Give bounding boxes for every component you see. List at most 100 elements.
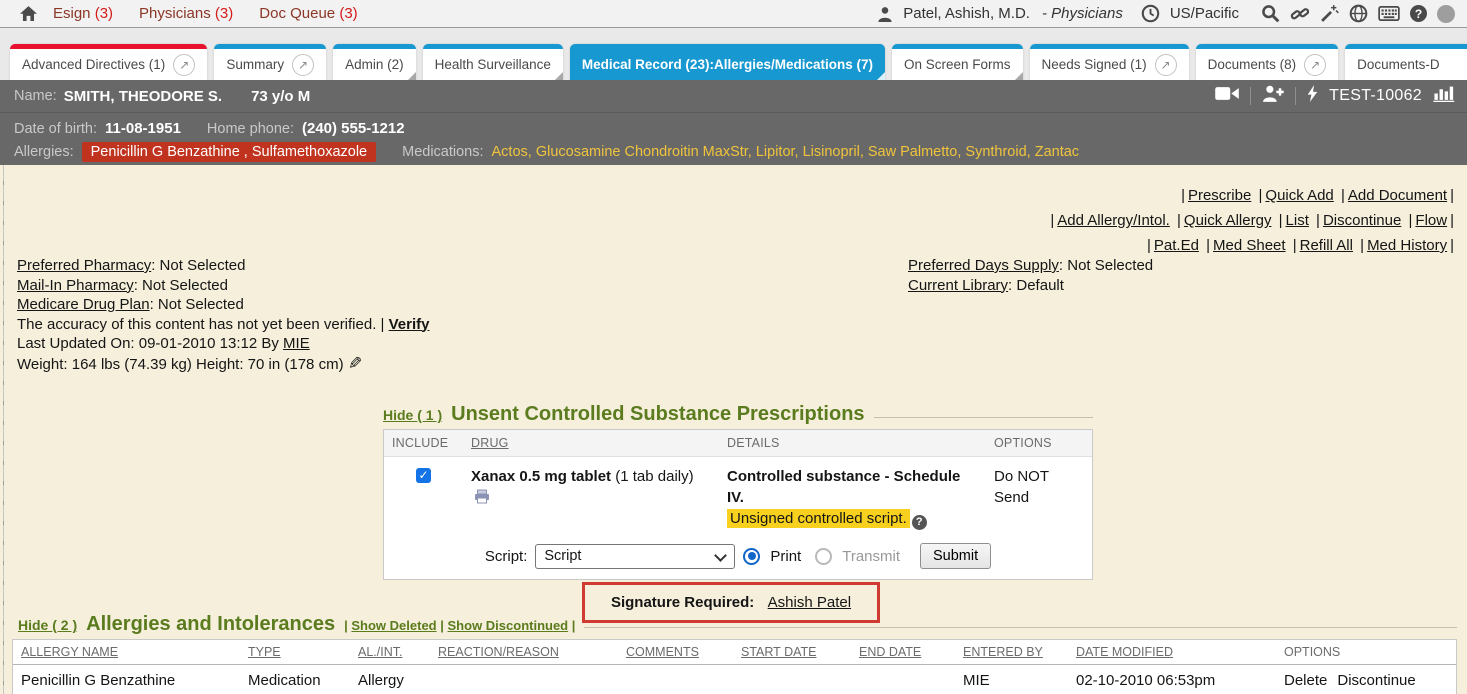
submit-button[interactable]: Submit [920,543,991,569]
entered-by-cell: MIE [955,665,1068,694]
supply-info: Preferred Days Supply: Not Selected Curr… [908,256,1153,295]
tab-documents[interactable]: Documents (8) [1196,44,1339,80]
options-cell: Do NOT Send [986,457,1092,539]
allergy-alert-badge[interactable]: Penicillin G Benzathine , Sulfamethoxazo… [82,142,376,162]
col-reaction[interactable]: REACTION/REASON [430,640,618,664]
allergies-label: Allergies: [14,144,74,160]
nav-esign[interactable]: Esign (3) [53,5,113,22]
add-person-icon[interactable] [1262,85,1284,107]
col-al-int[interactable]: AL./INT. [350,640,430,664]
lightning-bolt-icon[interactable] [1307,85,1318,107]
tab-on-screen-forms[interactable]: On Screen Forms [892,44,1023,80]
patient-allergy-med-row: Allergies: Penicillin G Benzathine , Sul… [0,137,1467,162]
med-sheet-link[interactable]: Med Sheet [1213,237,1286,254]
med-history-link[interactable]: Med History [1367,237,1447,254]
hide-allergies-link[interactable]: Hide ( 2 ) [18,617,77,633]
allergies-section-title: Allergies and Intolerances [86,613,335,636]
details-cell: Controlled substance - Schedule IV. Unsi… [719,457,986,539]
print-preview-icon[interactable] [474,489,490,504]
nav-doc-queue[interactable]: Doc Queue (3) [259,5,357,22]
mailin-pharmacy-link[interactable]: Mail-In Pharmacy [17,277,134,294]
discontinue-link[interactable]: Discontinue [1323,212,1401,229]
patient-age-sex: 73 y/o M [251,88,310,105]
phone-value: (240) 555-1212 [302,120,405,137]
open-in-new-icon[interactable] [292,54,314,76]
dob-label: Date of birth: [14,121,97,137]
col-drug[interactable]: DRUG [463,430,719,456]
col-end-date[interactable]: END DATE [851,640,955,664]
refill-all-link[interactable]: Refill All [1300,237,1353,254]
add-allergy-link[interactable]: Add Allergy/Intol. [1057,212,1170,229]
tab-admin[interactable]: Admin (2) [333,44,416,80]
last-updated-by-link[interactable]: MIE [283,335,310,352]
drug-name: Xanax 0.5 mg tablet [471,468,611,485]
transmit-radio[interactable] [815,548,832,565]
col-allergy-name[interactable]: ALLERGY NAME [13,640,240,664]
nav-physicians[interactable]: Physicians (3) [139,5,233,22]
bar-chart-icon[interactable] [1433,85,1455,107]
tab-documents-d[interactable]: Documents-D [1345,44,1467,80]
include-checkbox[interactable] [416,468,431,483]
preferred-pharmacy-link[interactable]: Preferred Pharmacy [17,257,151,274]
show-deleted-link[interactable]: Show Deleted [351,618,436,633]
allergies-table: ALLERGY NAME TYPE AL./INT. REACTION/REAS… [12,639,1457,694]
globe-icon[interactable] [1349,4,1368,23]
list-link[interactable]: List [1286,212,1309,229]
signature-physician-link[interactable]: Ashish Patel [768,594,851,611]
tab-needs-signed[interactable]: Needs Signed (1) [1030,44,1189,80]
discontinue-allergy-link[interactable]: Discontinue [1337,672,1415,689]
keyboard-icon[interactable] [1378,6,1400,21]
current-library-link[interactable]: Current Library [908,277,1008,294]
help-icon[interactable] [1410,5,1427,22]
action-links-row-2: Add Allergy/Intol. Quick Allergy List Di… [1047,208,1457,233]
delete-allergy-link[interactable]: Delete [1284,672,1327,689]
open-in-new-icon[interactable] [173,54,195,76]
tab-advanced-directives[interactable]: Advanced Directives (1) [10,44,207,80]
link-icon[interactable] [1290,5,1310,23]
video-camera-icon[interactable] [1215,86,1239,106]
help-question-icon[interactable] [912,515,927,530]
avatar[interactable] [1437,5,1455,23]
col-comments[interactable]: COMMENTS [618,640,733,664]
open-in-new-icon[interactable] [1304,54,1326,76]
script-type-select[interactable]: Script [535,544,735,569]
quick-allergy-link[interactable]: Quick Allergy [1184,212,1272,229]
open-in-new-icon[interactable] [1155,54,1177,76]
quick-add-link[interactable]: Quick Add [1265,187,1333,204]
top-bar: Esign (3) Physicians (3) Doc Queue (3) P… [0,0,1467,28]
action-links: Prescribe Quick Add Add Document Add All… [1047,183,1457,258]
medicare-drug-plan-link[interactable]: Medicare Drug Plan [17,296,150,313]
webchart-ehr-app: Esign (3) Physicians (3) Doc Queue (3) P… [0,0,1467,694]
timezone[interactable]: US/Pacific [1170,5,1239,22]
col-start-date[interactable]: START DATE [733,640,851,664]
hide-unsent-link[interactable]: Hide ( 1 ) [383,407,442,423]
tab-medical-record-active[interactable]: Medical Record (23):Allergies/Medication… [570,44,885,80]
edit-pencil-icon[interactable] [348,354,362,373]
print-radio[interactable] [743,548,760,565]
signature-required-label: Signature Required: [611,594,754,611]
prescribe-link[interactable]: Prescribe [1188,187,1251,204]
vitals-text: Weight: 164 lbs (74.39 kg) Height: 70 in… [17,356,344,373]
user-name[interactable]: Patel, Ashish, M.D. [903,5,1030,22]
patient-name: SMITH, THEODORE S. [64,88,222,105]
preferred-days-supply-link[interactable]: Preferred Days Supply [908,257,1059,274]
tab-summary[interactable]: Summary [214,44,326,80]
tab-health-surveillance[interactable]: Health Surveillance [423,44,563,80]
home-icon[interactable] [20,6,37,21]
col-entered-by[interactable]: ENTERED BY [955,640,1068,664]
show-discontinued-link[interactable]: Show Discontinued [448,618,569,633]
clock-icon [1141,4,1160,23]
add-document-link[interactable]: Add Document [1348,187,1447,204]
pat-ed-link[interactable]: Pat.Ed [1154,237,1199,254]
schedule-text: Controlled substance - Schedule IV. [727,468,960,506]
verify-link[interactable]: Verify [389,316,430,333]
col-date-modified[interactable]: DATE MODIFIED [1068,640,1276,664]
search-icon[interactable] [1261,4,1280,23]
medication-list[interactable]: Actos, Glucosamine Chondroitin MaxStr, L… [492,144,1080,160]
options-cell: Delete Discontinue [1276,665,1456,694]
col-type[interactable]: TYPE [240,640,350,664]
flow-link[interactable]: Flow [1415,212,1447,229]
unsent-table-row: Xanax 0.5 mg tablet (1 tab daily) Contro… [384,457,1092,539]
left-frame-edge[interactable] [3,165,4,694]
wand-icon[interactable] [1320,4,1339,23]
